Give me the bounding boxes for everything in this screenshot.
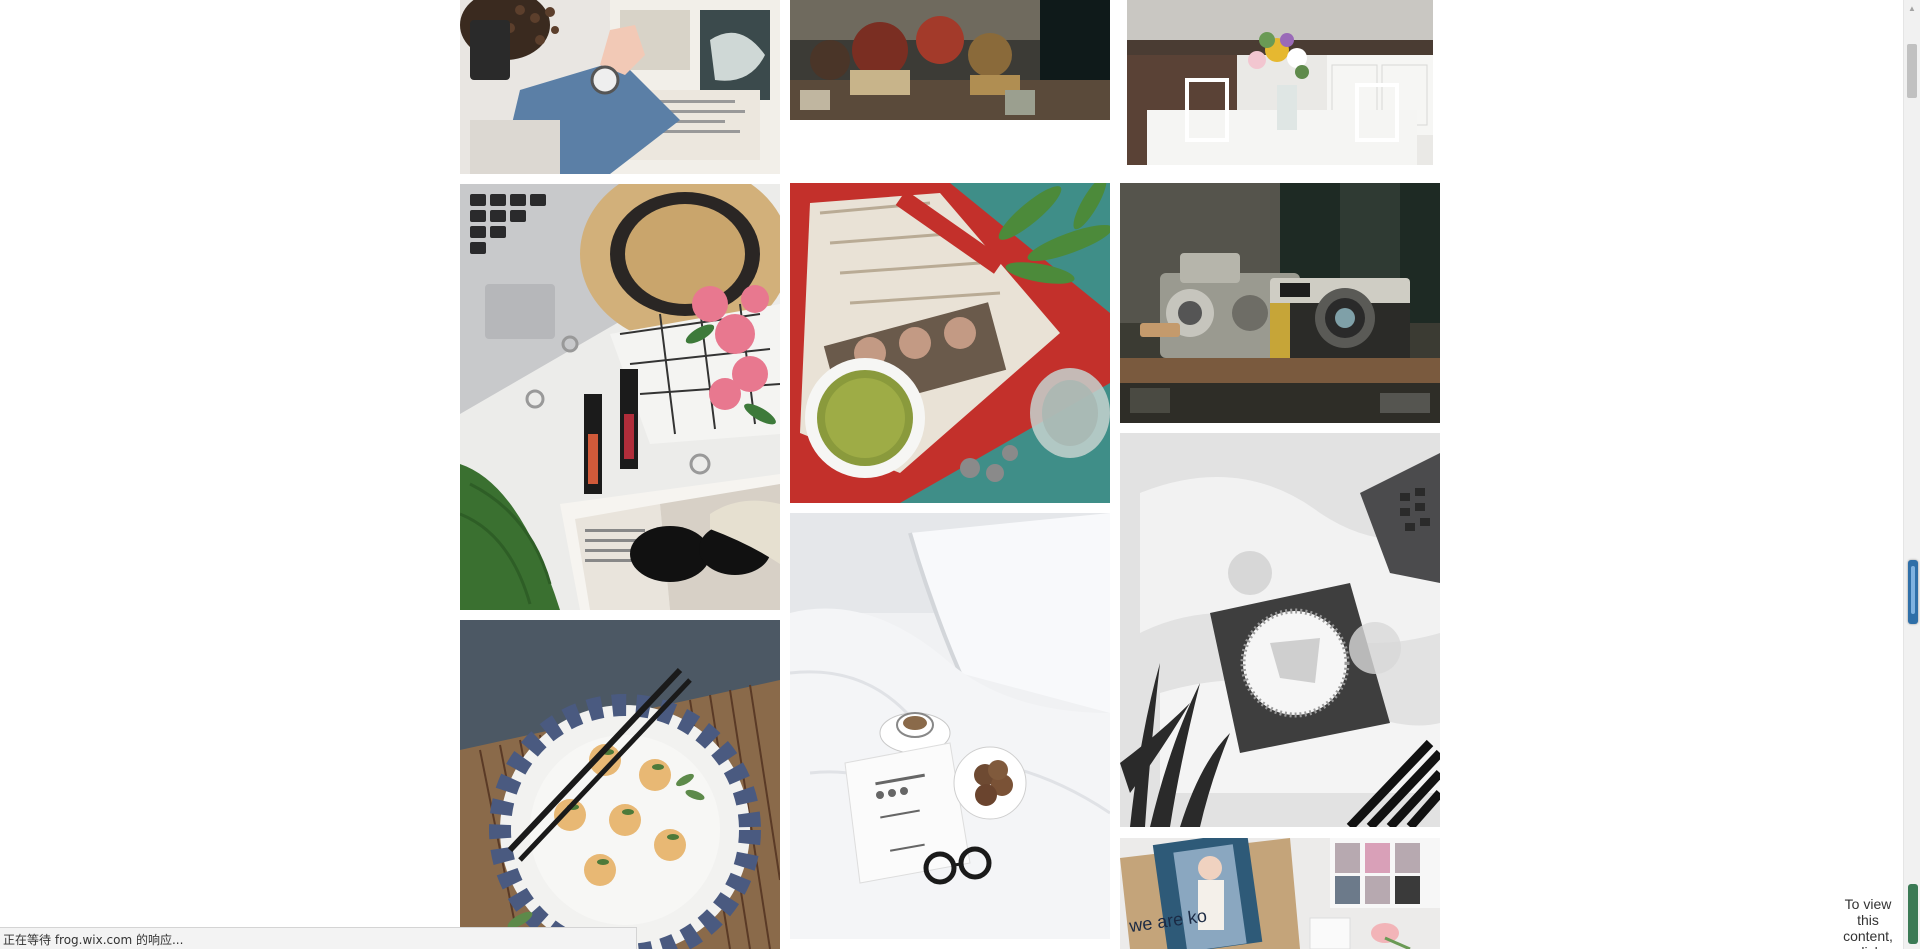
browser-status-bar: 正在等待 frog.wix.com 的响应...: [0, 927, 637, 949]
image-icon: [1120, 433, 1440, 827]
photo-kitchen-flowers[interactable]: [1127, 0, 1433, 165]
image-icon: [1120, 183, 1440, 423]
scroll-up-arrow-icon[interactable]: ▲: [1904, 0, 1920, 17]
image-icon: [460, 620, 780, 949]
embed-content-notice[interactable]: To view this content, click: [1833, 896, 1903, 949]
photo-magazine-flatlay[interactable]: we are ko: [1120, 838, 1440, 949]
image-icon: [790, 513, 1110, 939]
photo-hat-laptop-lipstick[interactable]: [460, 184, 780, 610]
status-bar-text: 正在等待 frog.wix.com 的响应...: [3, 933, 184, 947]
side-tab-widget[interactable]: [1908, 560, 1918, 624]
embed-notice-line-3: content,: [1843, 928, 1893, 944]
photo-market-stall[interactable]: [790, 0, 1110, 120]
photo-magazine-coffee-watch[interactable]: [460, 0, 780, 174]
embed-notice-line-2: this: [1857, 912, 1879, 928]
image-icon: [460, 0, 780, 174]
photo-vintage-cameras[interactable]: [1120, 183, 1440, 423]
image-icon: [790, 183, 1110, 503]
photo-bed-breakfast-bw[interactable]: [1120, 433, 1440, 827]
image-icon: [1127, 0, 1433, 165]
photo-record-matcha[interactable]: [790, 183, 1110, 503]
image-icon: [460, 184, 780, 610]
embed-notice-line-1: To view: [1844, 896, 1892, 912]
photo-bed-coffee-cookies[interactable]: [790, 513, 1110, 939]
vertical-scrollbar[interactable]: ▲ ▼: [1903, 0, 1920, 949]
image-icon: we are ko: [1120, 838, 1440, 949]
image-icon: [790, 0, 1110, 120]
scroll-thumb[interactable]: [1907, 44, 1917, 98]
embed-notice-line-4: click: [1833, 944, 1903, 949]
photo-dumplings-plate[interactable]: [460, 620, 780, 949]
gallery-page: we are ko ▲ ▼ To view this content, clic…: [0, 0, 1920, 949]
side-tab-widget-bottom[interactable]: [1908, 884, 1918, 944]
